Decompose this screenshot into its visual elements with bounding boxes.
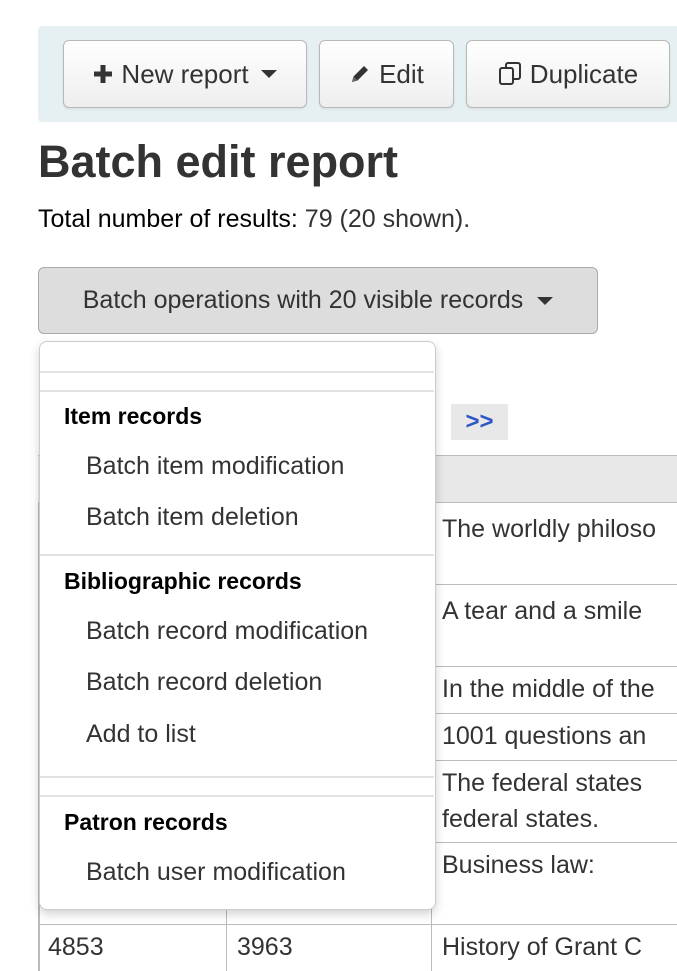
- caret-down-icon: [537, 296, 554, 305]
- new-report-label: New report: [121, 58, 249, 89]
- results-count: 79 (20 shown).: [304, 205, 471, 233]
- batch-operations-label: Batch operations with 20 visible records: [82, 286, 524, 314]
- table-cell-title: 1001 questions an: [431, 714, 677, 760]
- page-title: Batch edit report: [38, 136, 399, 187]
- results-summary: Total number of results: 79 (20 shown).: [38, 202, 470, 236]
- table-cell-title: In the middle of the: [431, 667, 677, 713]
- menu-divider: [40, 390, 434, 392]
- report-toolbar: New report Edit Duplicate: [38, 26, 677, 122]
- batch-item-modification-link[interactable]: Batch item modification: [86, 449, 344, 483]
- menu-divider: [40, 554, 434, 556]
- edit-button[interactable]: Edit: [319, 40, 454, 108]
- title-line: federal states.: [442, 805, 600, 833]
- title-line: Business law:: [442, 851, 595, 879]
- copy-icon: [498, 62, 521, 85]
- title-line: History of Grant C: [442, 933, 643, 961]
- title-line: The federal states: [442, 769, 643, 797]
- table-cell-title: Business law:: [431, 843, 677, 924]
- item-records-header: Item records: [64, 403, 203, 429]
- plus-icon: [94, 65, 113, 83]
- duplicate-button[interactable]: Duplicate: [466, 40, 670, 108]
- title-line: The worldly philoso: [442, 515, 656, 543]
- batch-record-modification-link[interactable]: Batch record modification: [86, 614, 368, 648]
- table-cell-title: A tear and a smile: [431, 585, 677, 666]
- pencil-icon: [352, 66, 369, 82]
- new-report-button[interactable]: New report: [63, 40, 307, 108]
- duplicate-label: Duplicate: [529, 58, 639, 89]
- table-cell-title: The worldly philoso: [431, 503, 677, 584]
- table-row: 4853 3963 History of Grant C: [38, 925, 677, 971]
- table-cell: 3963: [226, 925, 431, 971]
- batch-operations-menu: Item records Batch item modification Bat…: [39, 341, 436, 910]
- bibliographic-records-header: Bibliographic records: [64, 568, 302, 594]
- batch-record-deletion-link[interactable]: Batch record deletion: [86, 665, 322, 699]
- pager-next-link[interactable]: >>: [451, 404, 508, 440]
- patron-records-header: Patron records: [64, 809, 228, 835]
- results-prefix: Total number of results:: [38, 205, 298, 233]
- caret-down-icon: [260, 70, 277, 78]
- batch-operations-button[interactable]: Batch operations with 20 visible records: [38, 267, 598, 334]
- edit-label: Edit: [379, 58, 424, 89]
- menu-divider: [40, 371, 434, 373]
- menu-divider: [40, 776, 434, 778]
- title-line: In the middle of the: [442, 675, 655, 703]
- batch-user-modification-link[interactable]: Batch user modification: [86, 855, 346, 889]
- add-to-list-link[interactable]: Add to list: [86, 717, 196, 751]
- table-cell: 4853: [48, 933, 104, 961]
- menu-divider: [40, 795, 434, 797]
- table-cell-title: History of Grant C: [431, 925, 677, 971]
- batch-item-deletion-link[interactable]: Batch item deletion: [86, 500, 299, 534]
- title-line: A tear and a smile: [442, 597, 643, 625]
- title-line: 1001 questions an: [442, 722, 647, 750]
- table-cell-title: The federal states federal states.: [431, 761, 677, 842]
